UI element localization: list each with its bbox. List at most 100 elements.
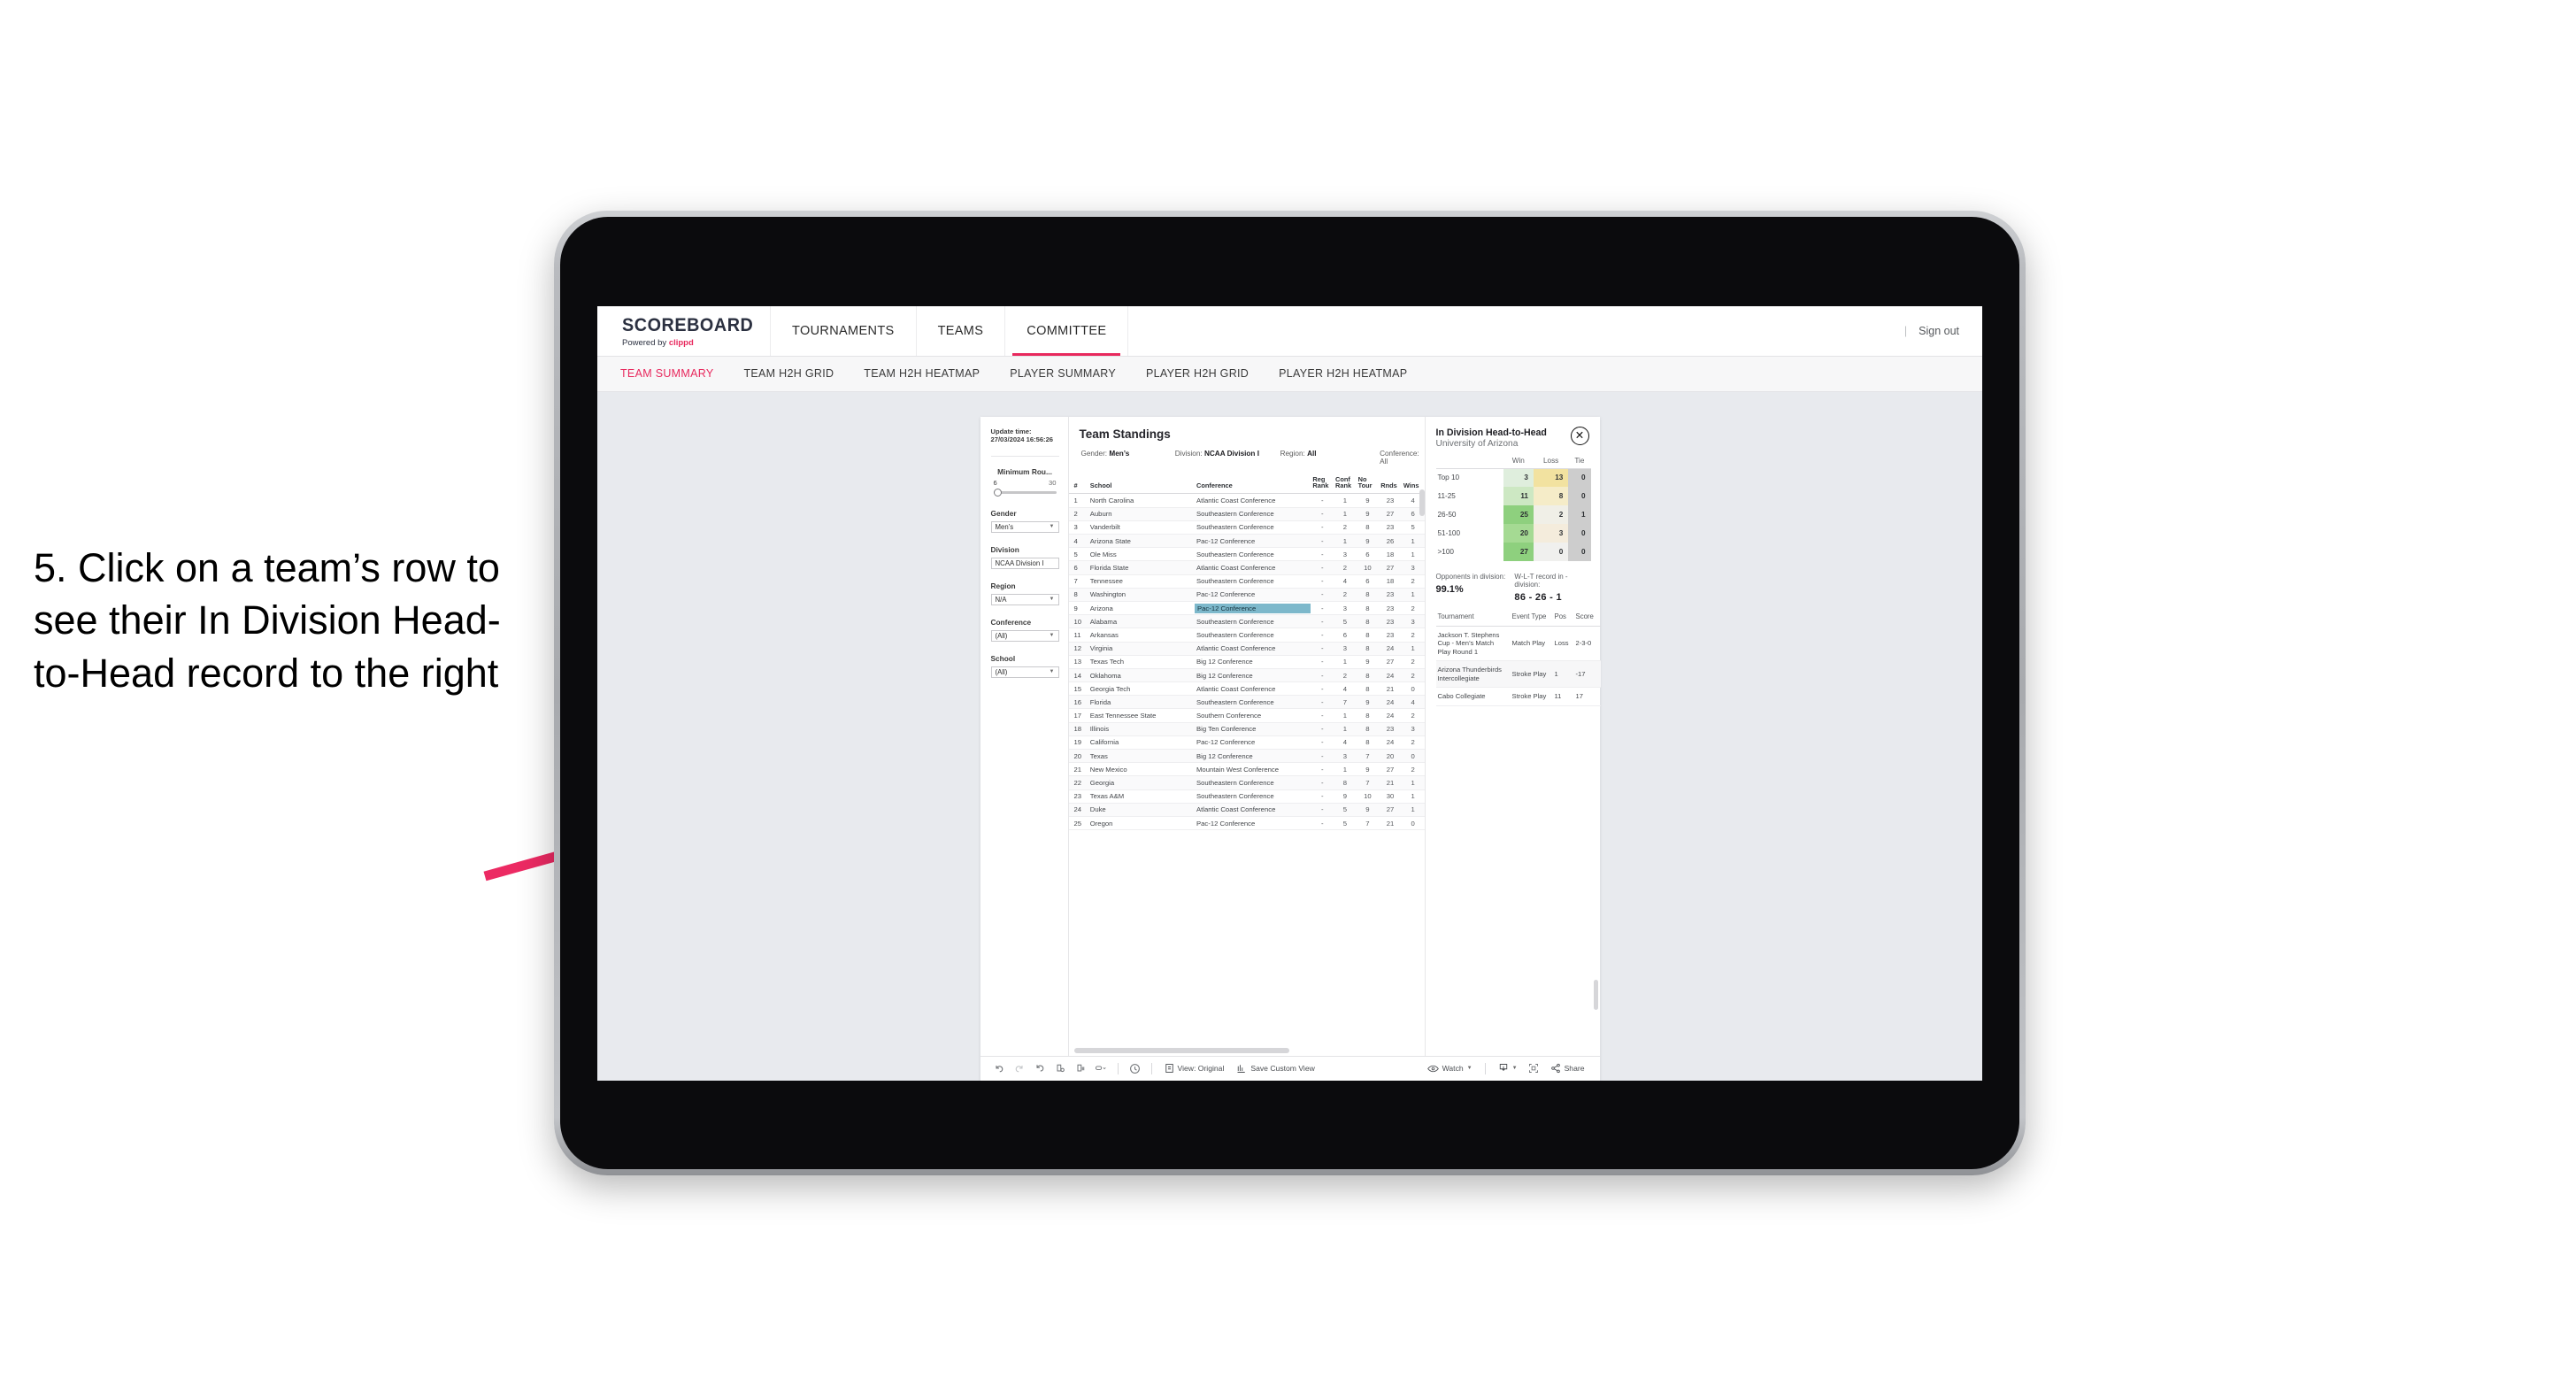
cell-reg-rank: - <box>1311 708 1334 723</box>
tournament-row[interactable]: Jackson T. Stephens Cup - Men’s Match Pl… <box>1435 626 1601 662</box>
alerts-icon[interactable] <box>1125 1063 1145 1074</box>
table-row[interactable]: 20 Texas Big 12 Conference -3 7 20 0 <box>1068 749 1425 764</box>
undo-icon[interactable] <box>989 1063 1010 1074</box>
cell-no-tour: 8 <box>1356 708 1380 723</box>
table-row[interactable]: 11 Arkansas Southeastern Conference -6 8 23 2 <box>1068 628 1425 643</box>
view-original-button[interactable]: View: Original <box>1158 1063 1231 1074</box>
top-nav-items: TOURNAMENTS TEAMS COMMITTEE <box>771 305 1129 356</box>
horizontal-scrollbar[interactable] <box>1073 1047 1289 1053</box>
cell-conference: Southeastern Conference <box>1195 520 1311 535</box>
cell-wins: 0 <box>1401 681 1425 697</box>
cell-school: Texas A&M <box>1088 789 1196 804</box>
tournament-row[interactable]: Cabo Collegiate Stroke Play 11 17 <box>1435 687 1601 706</box>
opponents-in-division-stat: Opponents in division: 99.1% <box>1436 573 1515 603</box>
cell-no-tour: 6 <box>1356 574 1380 589</box>
table-row[interactable]: 10 Alabama Southeastern Conference -5 8 23 3 <box>1068 614 1425 629</box>
cell-conf-rank: 3 <box>1334 601 1357 616</box>
subnav-team-summary[interactable]: TEAM SUMMARY <box>620 367 713 380</box>
h2h-matrix-row: 11-25 11 8 0 <box>1435 487 1591 505</box>
table-row[interactable]: 15 Georgia Tech Atlantic Coast Conference -… <box>1068 681 1425 697</box>
table-row[interactable]: 13 Texas Tech Big 12 Conference -1 9 27 2 <box>1068 655 1425 669</box>
share-button[interactable]: Share <box>1544 1063 1591 1074</box>
region-select[interactable]: N/A ▼ <box>990 593 1059 605</box>
watch-button[interactable]: Watch ▼ <box>1421 1064 1479 1074</box>
division-select[interactable]: NCAA Division I <box>990 557 1059 569</box>
cell-conference: Atlantic Coast Conference <box>1195 560 1311 575</box>
cell-no-tour: 8 <box>1356 520 1380 535</box>
table-row[interactable]: 7 Tennessee Southeastern Conference -4 6 18 2 <box>1068 574 1425 589</box>
subnav-player-h2h-grid[interactable]: PLAYER H2H GRID <box>1146 367 1249 380</box>
col-pos: Pos <box>1552 612 1574 627</box>
subnav-team-h2h-heatmap[interactable]: TEAM H2H HEATMAP <box>864 367 980 380</box>
cell-rounds: 23 <box>1379 628 1402 643</box>
cell-tournament-name: Arizona Thunderbirds Intercollegiate <box>1435 660 1511 689</box>
table-row[interactable]: 18 Illinois Big Ten Conference -1 8 23 3 <box>1068 722 1425 736</box>
gender-select[interactable]: Men’s ▼ <box>990 520 1059 533</box>
h2h-vertical-scrollbar[interactable] <box>1593 979 1598 1010</box>
cell-no-tour: 7 <box>1356 775 1380 790</box>
slider-range-values: 6 30 <box>991 479 1059 489</box>
nav-teams[interactable]: TEAMS <box>917 305 1006 356</box>
cell-conf-rank: 1 <box>1334 708 1357 723</box>
table-row[interactable]: 17 East Tennessee State Southern Conferenc… <box>1068 708 1425 723</box>
h2h-cell-tie: 0 <box>1568 468 1591 487</box>
table-row[interactable]: 2 Auburn Southeastern Conference -1 9 27 6 <box>1068 507 1425 521</box>
table-row[interactable]: 23 Texas A&M Southeastern Conference -9 10 30… <box>1068 789 1425 804</box>
minimum-rounds-slider[interactable] <box>993 488 1057 497</box>
table-row[interactable]: 9 Arizona Pac-12 Conference -3 8 23 2 <box>1068 601 1425 616</box>
h2h-col-loss: Loss <box>1533 456 1569 469</box>
cell-school: Duke <box>1088 803 1196 817</box>
cell-wins: 0 <box>1401 816 1425 831</box>
refresh-data-icon[interactable] <box>1050 1063 1071 1074</box>
table-row[interactable]: 19 California Pac-12 Conference -4 8 24 2 <box>1068 735 1425 751</box>
save-custom-view-button[interactable]: Save Custom View <box>1230 1063 1320 1074</box>
cell-wins: 2 <box>1401 628 1425 643</box>
cell-rank: 17 <box>1068 708 1088 723</box>
cell-rank: 1 <box>1068 493 1088 508</box>
subnav-player-summary[interactable]: PLAYER SUMMARY <box>1010 367 1116 380</box>
table-row[interactable]: 12 Virginia Atlantic Coast Conference -3 8 24… <box>1068 642 1425 656</box>
col-reg-rank: Reg Rank <box>1311 473 1334 495</box>
cell-rounds: 27 <box>1379 655 1402 669</box>
view-mode-icon[interactable] <box>1091 1063 1111 1074</box>
table-row[interactable]: 5 Ole Miss Southeastern Conference -3 6 18 1 <box>1068 547 1425 562</box>
conference-select-value: (All) <box>995 631 1008 640</box>
subnav-team-h2h-grid[interactable]: TEAM H2H GRID <box>743 367 834 380</box>
cell-no-tour: 8 <box>1356 722 1380 736</box>
school-select[interactable]: (All) ▼ <box>990 666 1059 678</box>
h2h-cell-win: 11 <box>1503 487 1534 505</box>
download-button[interactable]: ▼ <box>1492 1063 1524 1074</box>
table-row[interactable]: 16 Florida Southeastern Conference -7 9 24 4 <box>1068 695 1425 710</box>
cell-no-tour: 10 <box>1356 789 1380 804</box>
table-row[interactable]: 25 Oregon Pac-12 Conference -5 7 21 0 <box>1068 816 1425 831</box>
close-icon[interactable]: ✕ <box>1570 426 1589 445</box>
table-row[interactable]: 24 Duke Atlantic Coast Conference -5 9 27 1 <box>1068 803 1425 817</box>
subnav-player-h2h-heatmap[interactable]: PLAYER H2H HEATMAP <box>1279 367 1407 380</box>
fullscreen-icon[interactable] <box>1524 1063 1544 1074</box>
table-row[interactable]: 6 Florida State Atlantic Coast Conference -… <box>1068 560 1425 575</box>
revert-icon[interactable] <box>1030 1063 1050 1074</box>
tournament-row[interactable]: Arizona Thunderbirds Intercollegiate Stro… <box>1435 660 1601 689</box>
nav-tournaments[interactable]: TOURNAMENTS <box>771 305 917 356</box>
h2h-row-label: Top 10 <box>1435 468 1503 487</box>
cell-no-tour: 8 <box>1356 628 1380 643</box>
table-row[interactable]: 1 North Carolina Atlantic Coast Conference… <box>1068 493 1425 508</box>
table-row[interactable]: 21 New Mexico Mountain West Conference -1 9 2… <box>1068 762 1425 777</box>
sign-out-link[interactable]: Sign out <box>1919 325 1959 337</box>
h2h-stats: Opponents in division: 99.1% W-L-T recor… <box>1436 573 1591 603</box>
nav-committee[interactable]: COMMITTEE <box>1005 305 1129 356</box>
table-row[interactable]: 8 Washington Pac-12 Conference -2 8 23 1 <box>1068 588 1425 602</box>
redo-icon[interactable] <box>1010 1063 1030 1074</box>
table-row[interactable]: 3 Vanderbilt Southeastern Conference -2 8 23 5 <box>1068 520 1425 535</box>
filter-summary-gender-label: Gender: <box>1080 449 1108 458</box>
pause-updates-icon[interactable] <box>1071 1063 1091 1074</box>
h2h-cell-loss: 3 <box>1533 524 1569 543</box>
slider-handle[interactable] <box>993 488 1002 497</box>
brand-logo[interactable]: SCOREBOARD Powered by clippd <box>597 305 771 356</box>
table-row[interactable]: 4 Arizona State Pac-12 Conference -1 9 26 1 <box>1068 534 1425 549</box>
standings-table-head: # School Conference Reg Rank Conf Rank No T… <box>1068 473 1425 495</box>
table-row[interactable]: 14 Oklahoma Big 12 Conference -2 8 24 2 <box>1068 668 1425 683</box>
table-row[interactable]: 22 Georgia Southeastern Conference -8 7 21 1 <box>1068 775 1425 790</box>
conference-select[interactable]: (All) ▼ <box>990 629 1059 642</box>
cell-conf-rank: 4 <box>1334 735 1357 751</box>
